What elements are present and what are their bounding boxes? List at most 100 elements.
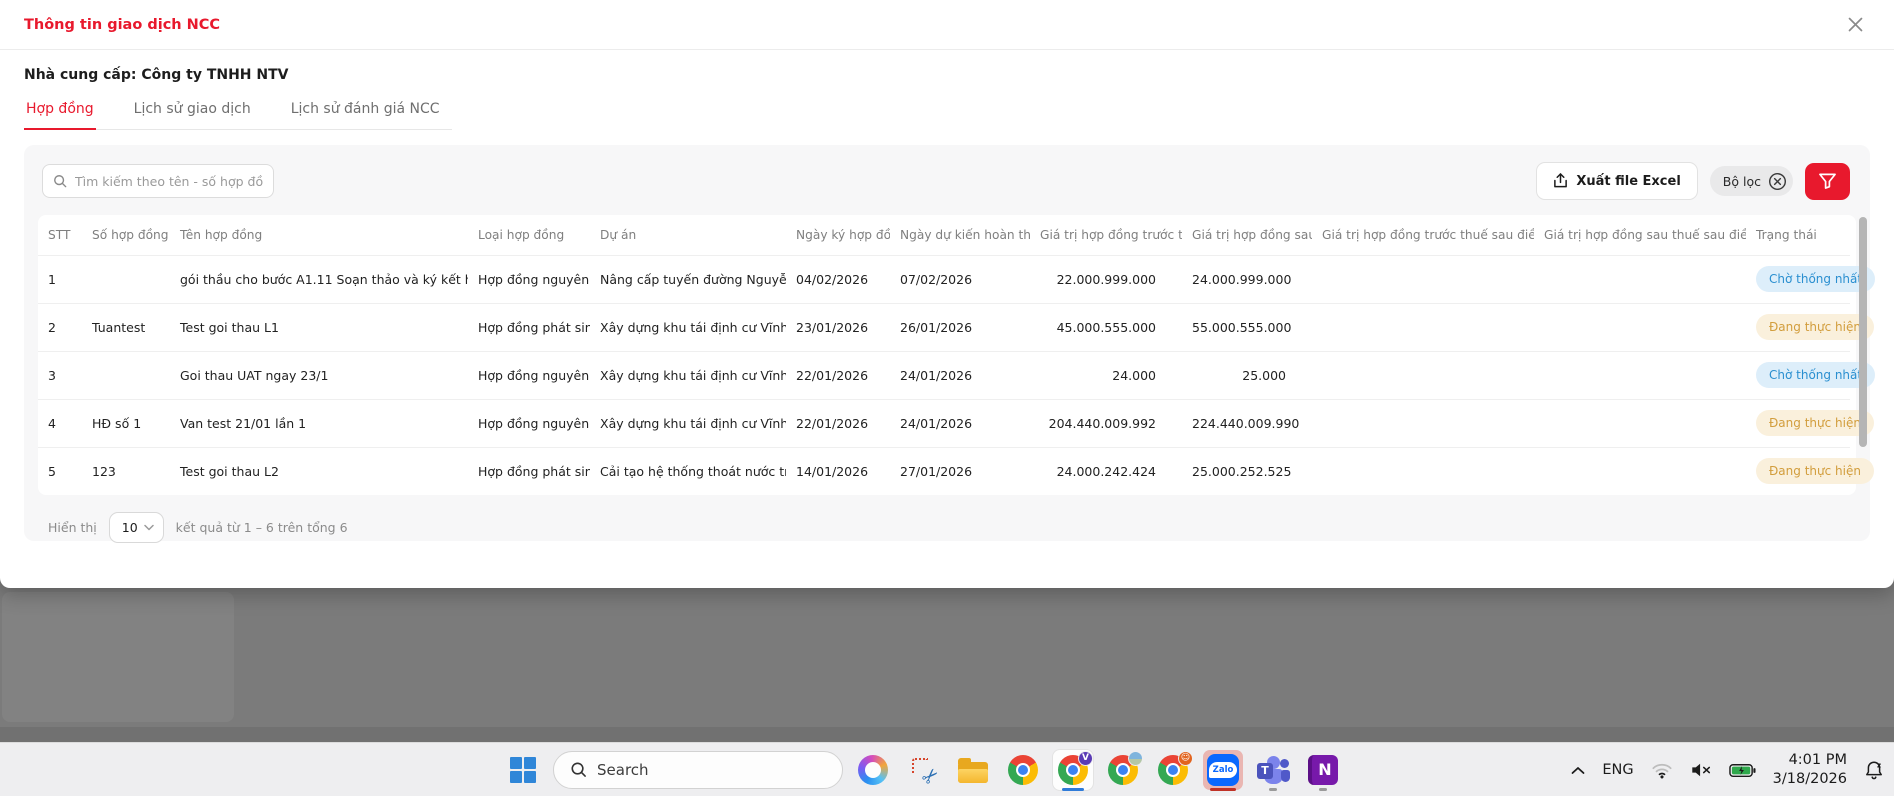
toolbar: Xuất file Excel Bộ lọc	[38, 162, 1856, 200]
search-input[interactable]	[75, 174, 263, 189]
result-count-text: kết quả từ 1 – 6 trên tổng 6	[176, 520, 348, 535]
cell-gia_sau_thue_dc	[1534, 303, 1746, 351]
cell-gia_truoc_thue: 204.440.009.992	[1030, 399, 1182, 447]
tab-0[interactable]: Hợp đồng	[24, 93, 96, 130]
volume-muted-icon[interactable]	[1690, 762, 1712, 778]
chrome-icon[interactable]	[1003, 750, 1043, 790]
onenote-icon[interactable]: N	[1303, 750, 1343, 790]
col-header-gia_sau_thue_dc: Giá trị hợp đồng sau thuế sau điều chỉnh	[1534, 215, 1746, 255]
clock[interactable]: 4:01 PM 3/18/2026	[1773, 751, 1847, 789]
windows-logo	[510, 757, 536, 783]
active-indicator	[1210, 788, 1236, 791]
toolbar-right: Xuất file Excel Bộ lọc	[1536, 162, 1850, 200]
table-scrollbar	[1859, 217, 1867, 501]
cell-gia_sau_thue_dc	[1534, 255, 1746, 303]
clock-date: 3/18/2026	[1773, 770, 1847, 789]
tray-chevron-icon[interactable]	[1571, 766, 1585, 775]
contracts-table: STTSố hợp đồngTên hợp đồngLoại hợp đồngD…	[38, 215, 1850, 495]
export-excel-button[interactable]: Xuất file Excel	[1536, 162, 1697, 200]
table-scrollbar-thumb[interactable]	[1859, 217, 1867, 447]
table-header-row: STTSố hợp đồngTên hợp đồngLoại hợp đồngD…	[38, 215, 1850, 255]
cell-ngay_du_kien: 27/01/2026	[890, 447, 1030, 495]
table-row[interactable]: 1gói thầu cho bước A1.11 Soạn thảo và ký…	[38, 255, 1850, 303]
clear-filter-icon[interactable]	[1768, 172, 1787, 191]
cell-gia_sau_thue: 24.000.999.000	[1182, 255, 1312, 303]
cell-gia_truoc_thue_dc	[1312, 255, 1534, 303]
tab-2[interactable]: Lịch sử đánh giá NCC	[289, 93, 442, 130]
table-row[interactable]: 4HĐ số 1Van test 21/01 lần 1Hợp đồng ngu…	[38, 399, 1850, 447]
taskbar-search[interactable]: Search	[553, 751, 843, 789]
svg-text:z: z	[1877, 762, 1881, 770]
col-header-gia_truoc_thue: Giá trị hợp đồng trước thuế	[1030, 215, 1182, 255]
table-row[interactable]: 2TuantestTest goi thau L1Hợp đồng phát s…	[38, 303, 1850, 351]
cell-gia_truoc_thue: 45.000.555.000	[1030, 303, 1182, 351]
table-row[interactable]: 3Goi thau UAT ngay 23/1Hợp đồng nguyên t…	[38, 351, 1850, 399]
screen: Thông tin giao dịch NCC Nhà cung cấp: Cô…	[0, 0, 1894, 796]
cell-gia_truoc_thue_dc	[1312, 303, 1534, 351]
cell-trang_thai: Đang thực hiện	[1746, 303, 1850, 351]
notification-bell-dnd-icon[interactable]: z	[1864, 760, 1884, 780]
teams-icon[interactable]: T	[1253, 750, 1293, 790]
status-badge: Đang thực hiện	[1756, 458, 1874, 484]
page-size-select[interactable]: 10	[109, 512, 164, 543]
zalo-icon[interactable]: Zalo	[1203, 750, 1243, 790]
copilot-icon[interactable]	[853, 750, 893, 790]
chrome-profile-photo-icon[interactable]	[1103, 750, 1143, 790]
cell-ngay_ky: 14/01/2026	[786, 447, 890, 495]
running-indicator	[1269, 788, 1277, 791]
cell-so_hop_dong: 123	[82, 447, 170, 495]
battery-charging-icon[interactable]	[1729, 763, 1756, 778]
tab-1[interactable]: Lịch sử giao dịch	[132, 93, 253, 130]
close-icon[interactable]	[1842, 12, 1868, 38]
taskbar-search-label: Search	[597, 761, 649, 779]
cell-stt: 3	[38, 351, 82, 399]
taskbar: Search ✂ V ☺ Zalo	[0, 742, 1894, 796]
wifi-icon[interactable]	[1651, 762, 1673, 779]
export-icon	[1553, 173, 1568, 189]
background-sidebar	[2, 592, 234, 722]
cell-gia_truoc_thue: 24.000	[1030, 351, 1182, 399]
contracts-table-wrap: STTSố hợp đồngTên hợp đồngLoại hợp đồngD…	[38, 215, 1856, 495]
status-badge: Đang thực hiện	[1756, 410, 1874, 436]
search-input-wrap	[42, 164, 274, 198]
cell-ten_hop_dong: Van test 21/01 lần 1	[170, 399, 468, 447]
cell-stt: 4	[38, 399, 82, 447]
snipping-tool-icon[interactable]: ✂	[903, 750, 943, 790]
cell-gia_sau_thue_dc	[1534, 447, 1746, 495]
language-indicator[interactable]: ENG	[1602, 762, 1633, 778]
cell-gia_sau_thue: 224.440.009.990	[1182, 399, 1312, 447]
file-explorer-icon[interactable]	[953, 750, 993, 790]
cell-gia_truoc_thue: 22.000.999.000	[1030, 255, 1182, 303]
cell-trang_thai: Đang thực hiện	[1746, 447, 1850, 495]
filter-button[interactable]	[1805, 163, 1850, 200]
cell-loai_hop_dong: Hợp đồng phát sinh	[468, 447, 590, 495]
cell-gia_truoc_thue: 24.000.242.424	[1030, 447, 1182, 495]
cell-du_an: Xây dựng khu tái định cư Vĩnh Hưng	[590, 399, 786, 447]
windows-start-icon[interactable]	[503, 750, 543, 790]
export-label: Xuất file Excel	[1576, 174, 1680, 189]
chrome-profile-avatar-icon[interactable]: ☺	[1153, 750, 1193, 790]
cell-loai_hop_dong: Hợp đồng nguyên tắc	[468, 399, 590, 447]
chrome-profile-v-icon[interactable]: V	[1053, 750, 1093, 790]
system-tray: ENG	[1571, 743, 1884, 796]
search-icon	[53, 174, 67, 188]
col-header-ngay_ky: Ngày ký hợp đồng	[786, 215, 890, 255]
active-indicator	[1062, 788, 1084, 791]
cell-loai_hop_dong: Hợp đồng nguyên tắc	[468, 351, 590, 399]
cell-du_an: Cải tạo hệ thống thoát nước trung tâm	[590, 447, 786, 495]
page-size-value: 10	[122, 520, 138, 535]
col-header-gia_truoc_thue_dc: Giá trị hợp đồng trước thuế sau điều chỉ…	[1312, 215, 1534, 255]
filter-chip[interactable]: Bộ lọc	[1710, 166, 1793, 196]
cell-stt: 1	[38, 255, 82, 303]
cell-du_an: Xây dựng khu tái định cư Vĩnh Hưng	[590, 351, 786, 399]
cell-gia_truoc_thue_dc	[1312, 351, 1534, 399]
cell-gia_truoc_thue_dc	[1312, 447, 1534, 495]
cell-trang_thai: Chờ thống nhất	[1746, 255, 1850, 303]
cell-loai_hop_dong: Hợp đồng nguyên tắc	[468, 255, 590, 303]
cell-trang_thai: Đang thực hiện	[1746, 399, 1850, 447]
running-indicator	[1319, 788, 1327, 791]
cell-so_hop_dong: Tuantest	[82, 303, 170, 351]
cell-gia_sau_thue: 25.000.252.525	[1182, 447, 1312, 495]
table-row[interactable]: 5123Test goi thau L2Hợp đồng phát sinhCả…	[38, 447, 1850, 495]
cell-ten_hop_dong: Test goi thau L1	[170, 303, 468, 351]
